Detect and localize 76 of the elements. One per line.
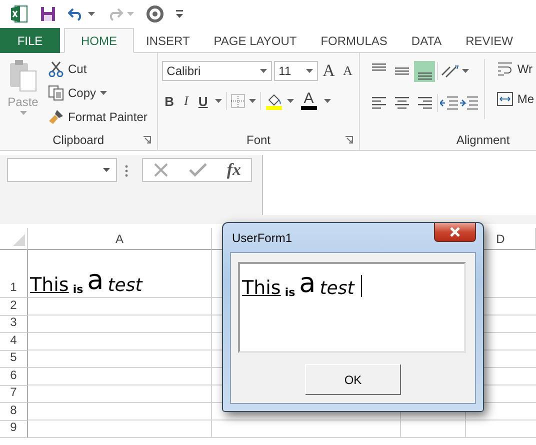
lines-icon (372, 62, 386, 70)
color-bar-icon (300, 106, 317, 110)
caret-icon[interactable] (88, 12, 95, 16)
group-label: Clipboard (52, 133, 104, 147)
grip-icon (125, 165, 128, 177)
ok-button[interactable]: OK (305, 364, 401, 395)
insert-function-button[interactable]: fx (226, 160, 242, 180)
column-header[interactable]: A (28, 228, 212, 250)
formula-input[interactable] (262, 155, 536, 215)
ribbon-tab[interactable]: FORMULAS (308, 28, 400, 53)
formatted-text: a (299, 268, 316, 299)
caret-icon[interactable] (306, 69, 313, 73)
lines-icon (418, 96, 432, 110)
lines-icon (418, 72, 432, 80)
wrap-text-icon (497, 61, 514, 77)
copy-button[interactable]: Copy (46, 83, 150, 103)
group-label: Alignment (456, 133, 510, 147)
ribbon-tab[interactable]: DATA (399, 28, 454, 53)
ribbon-tab[interactable]: HOME (64, 28, 134, 53)
font-name-dropdown[interactable]: Calibri (162, 61, 272, 81)
lines-icon (394, 96, 409, 110)
check-icon[interactable] (188, 163, 207, 177)
ribbon-tab[interactable]: PAGE LAYOUT (202, 28, 309, 53)
formatted-text: test (320, 278, 354, 299)
cut-button[interactable]: Cut (46, 59, 150, 79)
wrap-text-button[interactable]: Wr (495, 59, 536, 79)
borders-icon[interactable] (230, 94, 245, 108)
ribbon-tab[interactable]: REVIEW (454, 28, 525, 53)
copy-icon (48, 85, 64, 101)
lines-icon (372, 96, 386, 110)
caret-icon[interactable] (462, 69, 470, 73)
merge-center-button[interactable]: Me (495, 89, 536, 109)
caret-icon[interactable] (248, 99, 256, 103)
close-button[interactable] (434, 223, 476, 242)
customize-menu-icon[interactable] (176, 10, 183, 18)
dialog-launcher-icon[interactable] (142, 136, 151, 144)
dialog-title: UserForm1 (231, 230, 292, 244)
spreadsheet-app-icon[interactable] (10, 5, 28, 23)
undo-icon[interactable] (68, 7, 84, 21)
underline-button[interactable]: U (195, 94, 211, 108)
font-color-button[interactable]: A (298, 92, 320, 110)
paintbrush-icon (48, 109, 64, 125)
caret-icon[interactable] (286, 99, 294, 103)
save-icon[interactable] (40, 6, 56, 22)
formatted-text: a (87, 265, 104, 296)
lines-icon (394, 67, 409, 75)
decrease-indent-icon[interactable] (440, 96, 458, 110)
align-bottom-button[interactable] (414, 60, 436, 82)
file-tab[interactable]: FILE (0, 28, 60, 53)
scissors-icon (48, 61, 64, 77)
increase-indent-icon[interactable] (460, 96, 478, 110)
fill-color-icon[interactable] (264, 92, 283, 110)
grow-font-button[interactable]: A (320, 61, 338, 81)
formatted-text: test (108, 275, 142, 296)
merge-arrows-icon (497, 91, 514, 107)
group-label: Font (246, 133, 270, 147)
bold-button[interactable]: B (162, 94, 178, 108)
formatted-text: This (30, 274, 69, 296)
caret-icon[interactable] (324, 99, 331, 103)
text-orientation-icon[interactable] (440, 63, 460, 79)
italic-button[interactable]: I (181, 93, 192, 109)
dialog-launcher-icon[interactable] (345, 136, 354, 144)
formatted-text: is (72, 283, 84, 296)
caret-icon[interactable] (260, 69, 267, 73)
close-icon (449, 227, 461, 237)
clipboard-icon (8, 59, 38, 93)
formatted-text: is (284, 286, 296, 299)
font-size-dropdown[interactable]: 11 (274, 61, 318, 81)
ribbon-tab[interactable]: INSERT (134, 28, 202, 53)
caret-icon[interactable] (214, 99, 222, 103)
format-painter-button[interactable]: Format Painter (46, 107, 150, 127)
shrink-font-button[interactable]: A (340, 63, 356, 79)
caret-icon[interactable] (103, 168, 110, 172)
ring-icon[interactable] (146, 5, 164, 23)
caret-icon[interactable] (100, 91, 108, 95)
formatted-text: This (242, 277, 281, 299)
